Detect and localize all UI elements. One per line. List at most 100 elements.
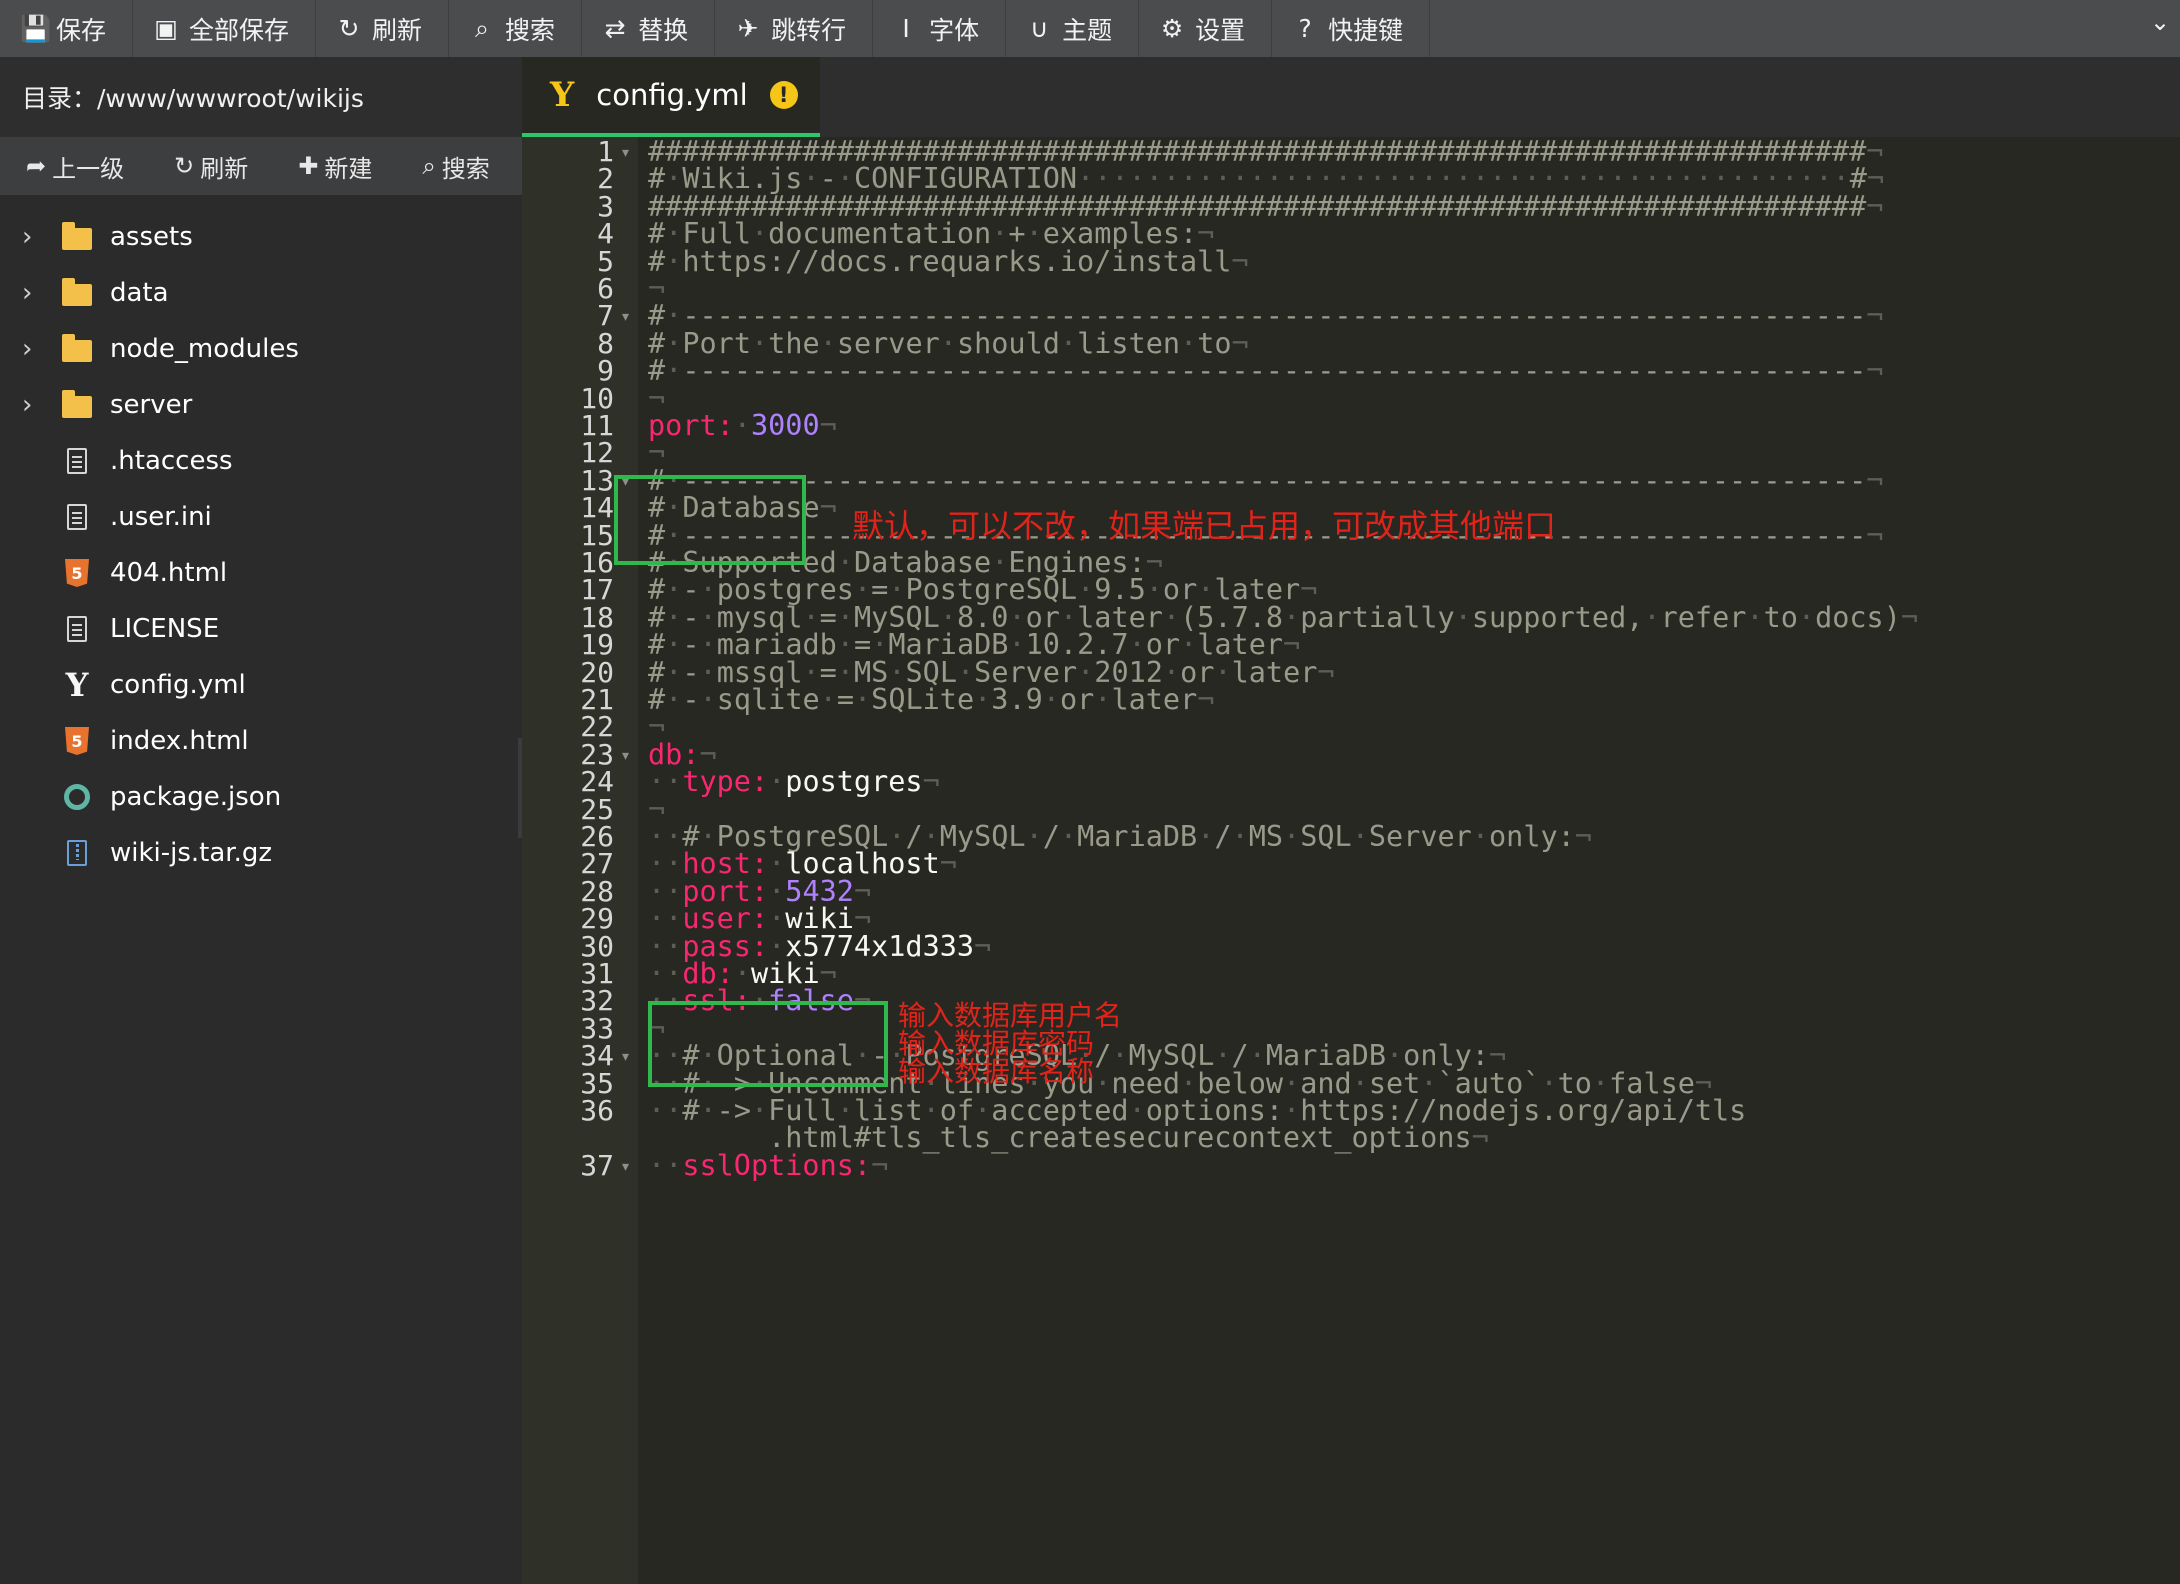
sidebar-action-label: 刷新	[200, 154, 249, 183]
file-tree: › assets › data › node_modules › server .htacces…	[0, 195, 522, 881]
file-name: node_modules	[110, 334, 299, 364]
html5-icon: 5	[60, 727, 94, 755]
directory-path: 目录：/www/wwwroot/wikijs	[0, 57, 522, 137]
document-icon	[60, 448, 94, 474]
line-gutter: 1 ▾ 2 3 4 5 6 7 ▾ 8 9 10 11 12 13 ▾ 14 15 16 17 18 19 20 21 22 23…	[522, 135, 638, 1584]
file-tree-item[interactable]: 5 404.html	[0, 545, 522, 601]
chevron-right-icon[interactable]: ›	[22, 390, 60, 420]
yaml-file-icon: Y	[60, 666, 94, 704]
chevron-right-icon[interactable]: ›	[22, 222, 60, 252]
file-tree-item[interactable]: Yconfig.yml	[0, 657, 522, 713]
file-name: index.html	[110, 726, 249, 756]
toolbar-button-2[interactable]: ↻ 刷新	[316, 0, 450, 57]
line-number: 37	[580, 1148, 614, 1182]
toolbar-button-label: 全部保存	[189, 15, 290, 45]
fold-toggle-icon[interactable]: ▾	[622, 1159, 629, 1175]
toolbar-button-7[interactable]: ∪ 主题	[1006, 0, 1140, 57]
sidebar-actions: ➦ 上一级 ↻ 刷新 ✚ 新建 ⌕ 搜索	[0, 137, 522, 195]
toolbar-button-label: 设置	[1195, 15, 1246, 45]
toolbar-button-label: 保存	[56, 15, 107, 45]
code-line[interactable]: #·-·sqlite·=·SQLite·3.9·or·later¬	[648, 681, 1214, 719]
sidebar-action-label: 上一级	[52, 154, 125, 183]
code-line[interactable]: ··sslOptions:¬	[648, 1147, 888, 1185]
file-tree-item[interactable]: LICENSE	[0, 601, 522, 657]
toolbar-button-9[interactable]: ? 快捷键	[1272, 0, 1431, 57]
archive-icon	[60, 840, 94, 866]
file-tree-item[interactable]: › data	[0, 265, 522, 321]
file-tree-item[interactable]: › node_modules	[0, 321, 522, 377]
toolbar-button-0[interactable]: 💾 保存	[0, 0, 134, 57]
code-line[interactable]: port:·3000¬	[648, 407, 837, 445]
up-level-icon: ➦	[26, 152, 47, 180]
folder-icon-shape	[62, 334, 92, 362]
directory-label: 目录：/www/wwwroot/wikijs	[22, 84, 364, 113]
document-icon-shape	[67, 616, 87, 642]
refresh-icon: ↻	[338, 14, 360, 43]
fold-toggle-icon[interactable]: ▾	[622, 1049, 629, 1065]
html5-icon-shape: 5	[65, 727, 89, 755]
tab-config-yml[interactable]: Y config.yml !	[522, 57, 820, 137]
chevron-right-icon[interactable]: ›	[22, 334, 60, 364]
plus-icon: ✚	[298, 152, 319, 180]
file-tree-item[interactable]: 5 index.html	[0, 713, 522, 769]
sidebar-action-0[interactable]: ➦ 上一级	[0, 149, 148, 184]
top-toolbar: 💾 保存 ▣ 全部保存 ↻ 刷新 ⌕ 搜索 ⇄ 替换 ✈ 跳转行 Ⅰ 字体 ∪ 主题 ⚙ 设置? 快捷键 ⌄	[0, 0, 2180, 57]
file-tree-item[interactable]: › server	[0, 377, 522, 433]
code-line[interactable]: #·--------------------------------------…	[648, 352, 1883, 390]
folder-icon-shape	[62, 390, 92, 418]
save-all-icon: ▣	[154, 14, 178, 43]
credentials-highlight-box	[648, 1001, 888, 1087]
db-annotation: 输入数据库名称	[898, 1055, 1095, 1088]
sidebar-action-1[interactable]: ↻ 刷新	[148, 149, 272, 184]
toolbar-button-3[interactable]: ⌕ 搜索	[449, 0, 583, 57]
toolbar-button-4[interactable]: ⇄ 替换	[582, 0, 716, 57]
chevron-down-icon[interactable]: ⌄	[2140, 0, 2180, 57]
file-name: wiki-js.tar.gz	[110, 838, 273, 868]
editor-tabbar: Y config.yml !	[522, 57, 2180, 137]
code-editor[interactable]: 1 ▾ 2 3 4 5 6 7 ▾ 8 9 10 11 12 13 ▾ 14 15 16 17 18 19 20 21 22 23…	[522, 135, 2180, 1584]
file-name: .htaccess	[110, 446, 233, 476]
file-tree-item[interactable]: .user.ini	[0, 489, 522, 545]
file-tree-item[interactable]: .htaccess	[0, 433, 522, 489]
file-sidebar: 目录：/www/wwwroot/wikijs ➦ 上一级 ↻ 刷新 ✚ 新建 ⌕ 搜索 › as…	[0, 57, 522, 1584]
folder-icon	[60, 278, 94, 306]
document-icon-shape	[67, 448, 87, 474]
code-line[interactable]: ··type:·postgres¬	[648, 763, 940, 801]
sidebar-action-2[interactable]: ✚ 新建	[272, 149, 396, 184]
floppy-disk-icon: 💾	[20, 13, 52, 43]
toolbar-button-5[interactable]: ✈ 跳转行	[715, 0, 874, 57]
theme-magnet-icon: ∪	[1029, 14, 1049, 43]
port-annotation: 默认，可以不改，如果端已占用，可改成其他端口	[852, 507, 1557, 545]
warning-icon: !	[769, 81, 798, 109]
code-line[interactable]: #·https://docs.requarks.io/install¬	[648, 243, 1249, 281]
toolbar-button-label: 字体	[929, 15, 980, 45]
yaml-file-icon-shape: Y	[65, 666, 89, 704]
html5-icon-shape: 5	[65, 559, 89, 587]
sidebar-action-label: 搜索	[441, 154, 490, 183]
search-icon: ⌕	[422, 152, 436, 180]
document-icon	[60, 504, 94, 530]
fold-toggle-icon[interactable]: ▾	[622, 748, 629, 764]
toolbar-button-1[interactable]: ▣ 全部保存	[133, 0, 317, 57]
tab-label: config.yml	[596, 78, 748, 112]
toolbar-button-6[interactable]: Ⅰ 字体	[873, 0, 1007, 57]
toolbar-button-label: 搜索	[505, 15, 556, 45]
file-tree-item[interactable]: wiki-js.tar.gz	[0, 825, 522, 881]
fold-toggle-icon[interactable]: ▾	[622, 309, 629, 325]
folder-icon	[60, 334, 94, 362]
json-file-icon	[60, 784, 94, 810]
sidebar-action-label: 新建	[324, 154, 373, 183]
sidebar-action-3[interactable]: ⌕ 搜索	[396, 149, 513, 184]
port-highlight-box	[614, 475, 806, 565]
file-name: package.json	[110, 782, 282, 812]
yaml-file-icon: Y	[550, 75, 575, 115]
folder-icon-shape	[62, 222, 92, 250]
toolbar-button-label: 替换	[638, 15, 689, 45]
refresh-icon: ↻	[174, 152, 195, 180]
fold-toggle-icon[interactable]: ▾	[622, 145, 629, 161]
toolbar-button-8[interactable]: ⚙ 设置	[1139, 0, 1273, 57]
chevron-right-icon[interactable]: ›	[22, 278, 60, 308]
file-tree-item[interactable]: package.json	[0, 769, 522, 825]
file-tree-item[interactable]: › assets	[0, 209, 522, 265]
file-name: LICENSE	[110, 614, 220, 644]
